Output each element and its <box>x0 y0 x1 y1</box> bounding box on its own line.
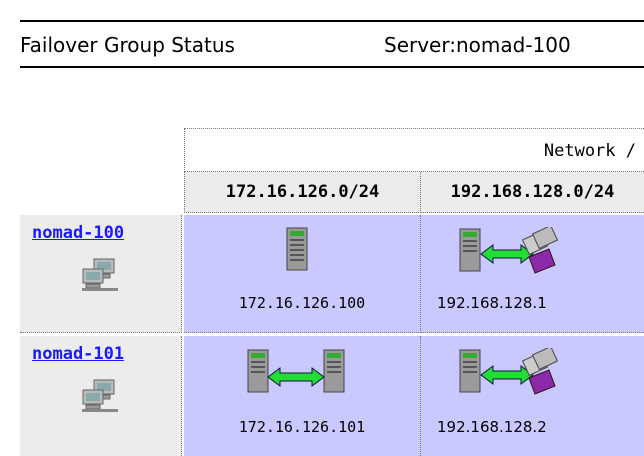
subnet-header-2: 192.168.128.0/24 <box>421 172 644 213</box>
interface-cell: 192.168.128.2 <box>421 336 644 456</box>
subnet-header-1: 172.16.126.0/24 <box>184 172 421 213</box>
network-header: Network / <box>184 128 644 172</box>
page-title: Failover Group Status <box>20 33 235 57</box>
ip-address: 192.168.128.1 <box>437 294 547 312</box>
interface-cell: 192.168.128.1 <box>421 215 644 333</box>
ip-address: 192.168.128.2 <box>437 418 547 436</box>
computers-icon <box>80 257 120 297</box>
host-cell-nomad-100: nomad-100 <box>20 215 182 333</box>
ip-address: 172.16.126.100 <box>238 294 366 312</box>
interface-cell: 172.16.126.101 <box>184 336 421 456</box>
bottom-rule <box>20 66 644 68</box>
interface-cell: 172.16.126.100 <box>184 215 421 333</box>
host-link-nomad-100[interactable]: nomad-100 <box>32 223 124 243</box>
server-network-link-icon <box>459 224 559 279</box>
host-link-nomad-101[interactable]: nomad-101 <box>32 344 124 364</box>
server-to-server-link-icon <box>246 348 346 400</box>
top-rule <box>20 20 644 22</box>
server-network-link-icon <box>459 345 559 400</box>
failover-table: Network / 172.16.126.0/24 192.168.128.0/… <box>20 128 644 456</box>
server-name: Server:nomad-100 <box>384 33 571 57</box>
server-icon <box>286 227 308 275</box>
host-cell-nomad-101: nomad-101 <box>20 336 182 456</box>
computers-icon <box>80 378 120 418</box>
network-header-label: Network / <box>543 141 636 161</box>
ip-address: 172.16.126.101 <box>238 418 366 436</box>
